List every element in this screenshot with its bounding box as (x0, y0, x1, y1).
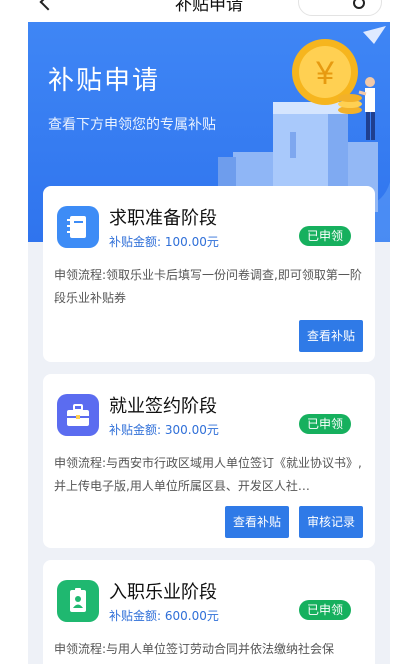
hero-title: 补贴申请 (48, 66, 161, 96)
top-navigation-bar: 补贴申请 (28, 0, 390, 22)
card-title: 求职准备阶段 (109, 208, 217, 229)
card-title: 就业签约阶段 (109, 396, 217, 417)
amount-label: 补贴金额: (109, 609, 162, 623)
review-records-button[interactable]: 审核记录 (298, 506, 363, 538)
application-process-text: 申领流程:领取乐业卡后填写一份问卷调查,即可领取第一阶段乐业补贴券 (54, 268, 362, 305)
mini-program-capsule[interactable] (298, 0, 382, 16)
subsidy-amount: 补贴金额: 100.00元 (109, 233, 219, 250)
status-badge: 已申领 (298, 226, 351, 246)
application-process-text: 申领流程:与用人单位签订劳动合同并依法缴纳社会保 (54, 642, 335, 656)
view-subsidy-button[interactable]: 查看补贴 (224, 506, 289, 538)
status-badge: 已申领 (298, 414, 351, 434)
subsidy-page: 补贴申请 补贴申请 查看下方申领您的专属补贴 ¥ 求职准备阶段 补贴金额: 10… (28, 0, 390, 664)
application-process-text: 申领流程:与西安市行政区域用人单位签订《就业协议书》,并上传电子版,用人单位所属… (54, 456, 362, 493)
subsidy-amount: 补贴金额: 600.00元 (109, 607, 219, 624)
svg-text:¥: ¥ (315, 55, 334, 91)
subsidy-card-employment-signing: 就业签约阶段 补贴金额: 300.00元 已申领 申领流程:与西安市行政区域用人… (43, 374, 375, 548)
close-target-icon[interactable] (353, 0, 365, 9)
amount-value: 600.00元 (164, 609, 219, 623)
subsidy-card-onboarding: 入职乐业阶段 补贴金额: 600.00元 已申领 申领流程:与用人单位签订劳动合… (43, 560, 375, 664)
card-title: 入职乐业阶段 (109, 582, 217, 603)
view-subsidy-button[interactable]: 查看补贴 (298, 320, 363, 352)
amount-label: 补贴金额: (109, 423, 162, 437)
amount-value: 300.00元 (164, 423, 219, 437)
briefcase-icon (57, 394, 99, 436)
amount-label: 补贴金额: (109, 235, 162, 249)
id-badge-icon (57, 580, 99, 622)
amount-value: 100.00元 (164, 235, 219, 249)
notebook-icon (57, 206, 99, 248)
subsidy-amount: 补贴金额: 300.00元 (109, 421, 219, 438)
status-badge: 已申领 (298, 600, 351, 620)
subsidy-card-job-prep: 求职准备阶段 补贴金额: 100.00元 已申领 申领流程:领取乐业卡后填写一份… (43, 186, 375, 362)
hero-subtitle: 查看下方申领您的专属补贴 (48, 117, 216, 133)
